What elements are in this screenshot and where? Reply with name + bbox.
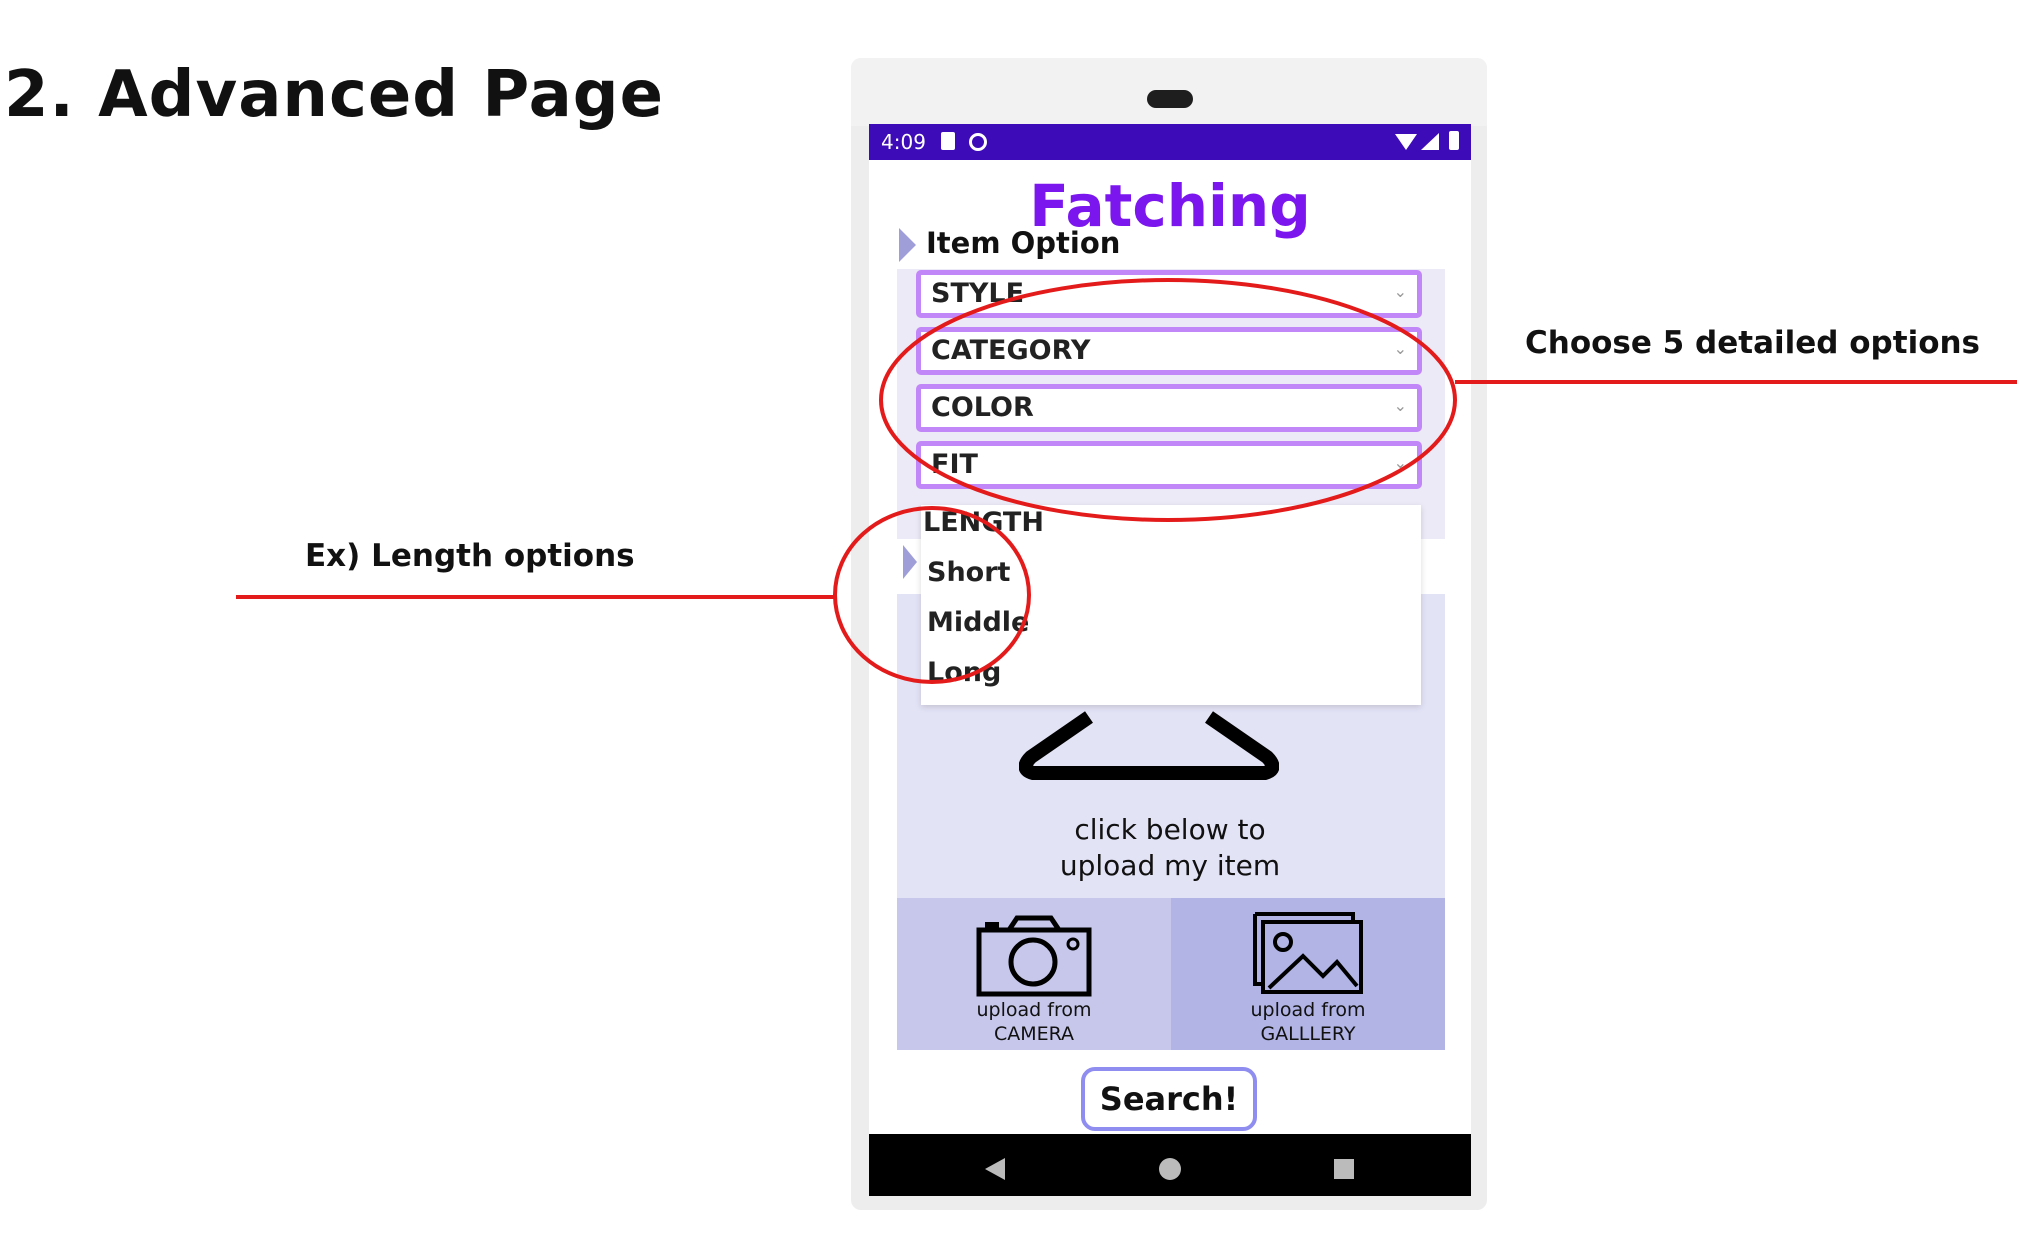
fit-dropdown[interactable]: FIT ⌄ [916,441,1422,489]
upload-camera-button[interactable]: upload from CAMERA [897,898,1171,1050]
color-dropdown[interactable]: COLOR ⌄ [916,384,1422,432]
nav-bar [869,1134,1471,1196]
length-dropdown-label[interactable]: LENGTH [923,507,1044,538]
annotation-line-right [1455,380,2017,384]
camera-button-label: upload from CAMERA [897,998,1171,1046]
gallery-button-label: upload from GALLLERY [1171,998,1445,1046]
gallery-label-line2: GALLLERY [1260,1023,1356,1045]
phone-screen: 4:09 Fatching Item Option STYLE ⌄ CATEGO… [869,124,1471,1196]
upload-gallery-button[interactable]: upload from GALLLERY [1171,898,1445,1050]
back-icon[interactable] [985,1158,1005,1180]
chevron-down-icon: ⌄ [1393,282,1407,301]
dropdown-label: STYLE [931,278,1025,309]
annotation-line-left [236,595,836,599]
camera-label-line1: upload from [976,999,1092,1021]
upload-prompt-line1: click below to [1074,813,1266,846]
style-dropdown[interactable]: STYLE ⌄ [916,270,1422,318]
expand-triangle-icon[interactable] [899,228,916,262]
home-icon[interactable] [1159,1158,1181,1180]
gallery-icon [1253,912,1363,994]
dropdown-label: FIT [931,449,978,480]
length-option-short[interactable]: Short [927,557,1010,588]
signal-icon [1421,133,1439,150]
annotation-length: Ex) Length options [305,538,635,574]
gallery-label-line1: upload from [1250,999,1366,1021]
chevron-down-icon: ⌄ [1393,396,1407,415]
phone-speaker [1147,90,1193,108]
sd-card-icon [941,132,955,150]
chevron-down-icon: ⌄ [1393,339,1407,358]
hanger-icon [1019,711,1279,780]
expand-triangle-icon[interactable] [903,545,917,579]
chevron-down-icon: ⌄ [1393,453,1407,472]
status-bar: 4:09 [869,124,1471,160]
length-option-long[interactable]: Long [927,657,1001,688]
annotation-options: Choose 5 detailed options [1525,325,1981,361]
upload-prompt-line2: upload my item [1059,849,1281,882]
length-dropdown-menu: LENGTH Short Middle Long [921,505,1421,705]
category-dropdown[interactable]: CATEGORY ⌄ [916,327,1422,375]
length-option-middle[interactable]: Middle [927,607,1029,638]
dropdown-label: CATEGORY [931,335,1091,366]
dropdown-label: COLOR [931,392,1034,423]
wifi-icon [1395,134,1417,150]
slide-title: 2. Advanced Page [4,58,664,132]
search-button[interactable]: Search! [1081,1067,1257,1131]
item-option-label: Item Option [926,226,1121,260]
status-time: 4:09 [881,130,926,154]
upload-prompt: click below to upload my item [869,812,1471,884]
camera-icon [976,915,1092,997]
camera-label-line2: CAMERA [993,1023,1075,1045]
recent-apps-icon[interactable] [1334,1159,1354,1179]
sync-icon [969,133,987,151]
battery-icon [1449,131,1459,150]
